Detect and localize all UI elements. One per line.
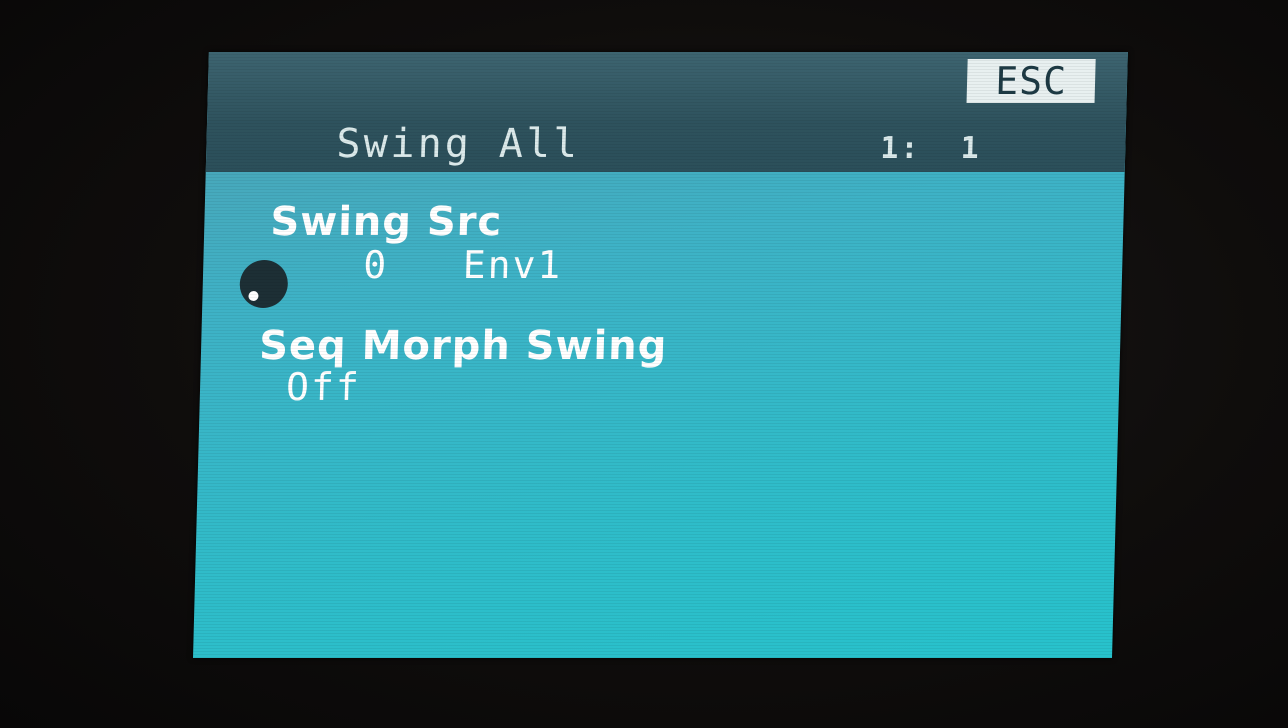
position-readout: 1: 1 [879,131,982,166]
title-bar: ESC Swing All 1: 1 [205,52,1128,172]
knob-icon[interactable] [239,260,289,308]
seq-morph-swing-label: Seq Morph Swing [258,323,668,369]
lcd-screen: ESC Swing All 1: 1 Swing Src 0 Env1 Seq … [193,52,1128,658]
knob-indicator-dot [248,291,259,301]
swing-src-value[interactable]: 0 Env1 [363,243,563,287]
seq-morph-swing-value[interactable]: Off [286,365,362,409]
page-title: Swing All [335,121,581,167]
swing-src-label: Swing Src [269,199,503,245]
esc-button[interactable]: ESC [966,59,1096,103]
